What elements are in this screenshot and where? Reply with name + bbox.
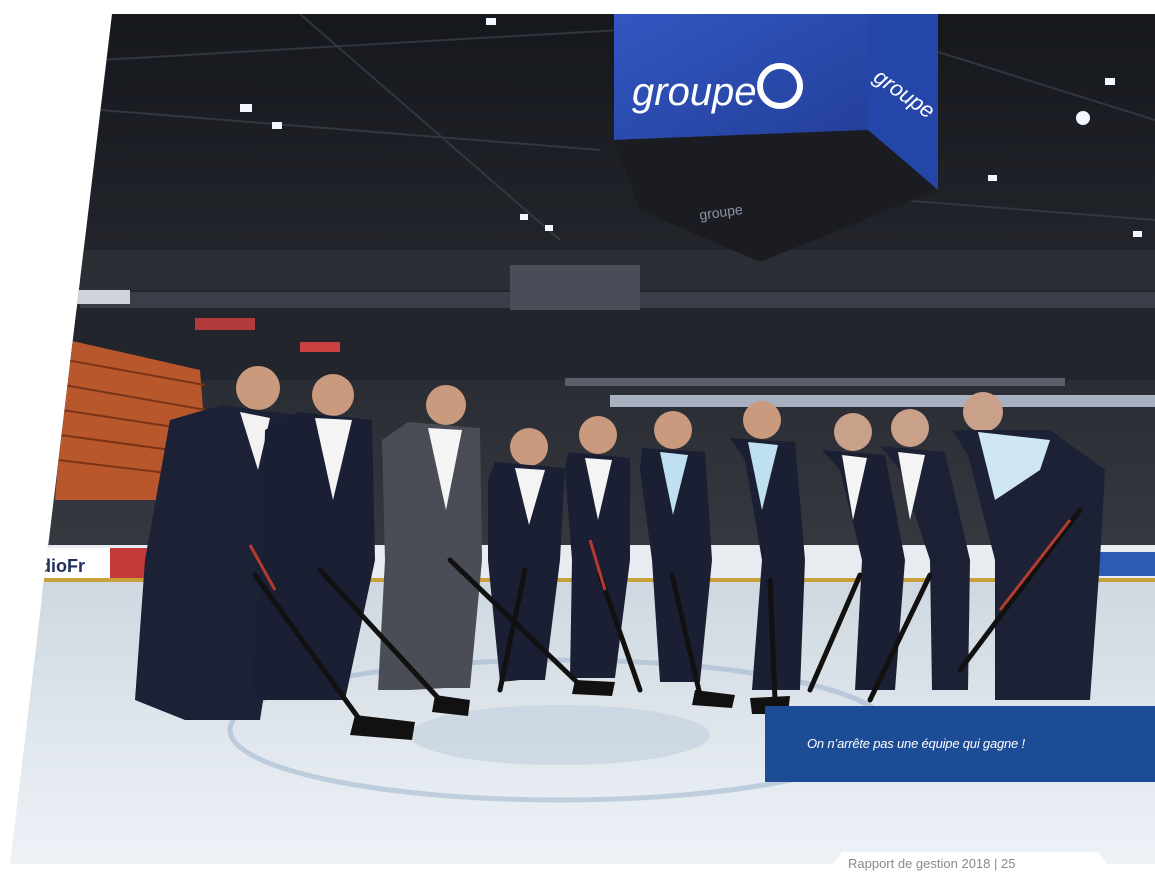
banner-fragment: dioFr [40, 556, 85, 576]
page-footer-text: Rapport de gestion 2018 | 25 [848, 856, 1016, 871]
page-footer-tab: Rapport de gestion 2018 | 25 [826, 852, 1114, 874]
photo-caption-box: On n’arrête pas une équipe qui gagne ! [765, 706, 1155, 782]
svg-text:groupe: groupe [632, 70, 757, 114]
photo-caption: On n’arrête pas une équipe qui gagne ! [807, 736, 1025, 751]
